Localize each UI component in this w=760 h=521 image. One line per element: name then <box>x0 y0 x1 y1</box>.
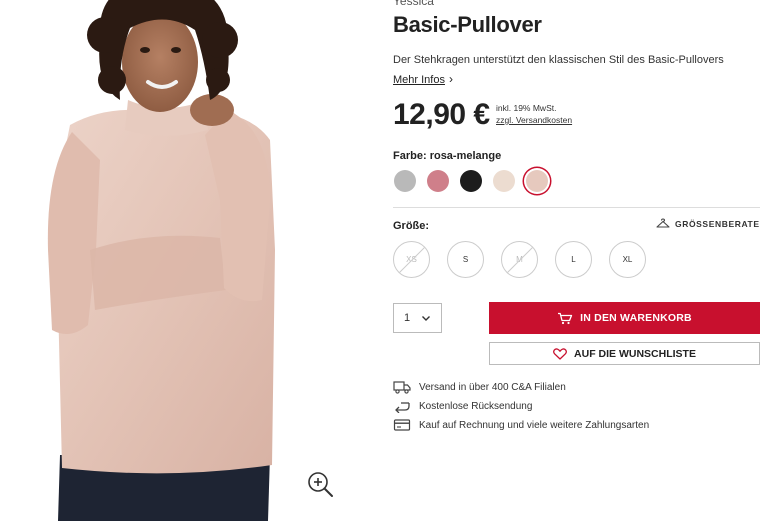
return-arrow-icon <box>395 402 410 413</box>
heart-icon <box>553 347 567 360</box>
color-swatch-beige[interactable] <box>493 170 515 192</box>
shipping-cost-link[interactable]: zzgl. Versandkosten <box>496 115 572 125</box>
tax-note: inkl. 19% MwSt. <box>496 103 557 113</box>
color-swatch-schwarz[interactable] <box>460 170 482 192</box>
usp-shipping-text: Versand in über 400 C&A Filialen <box>419 381 566 393</box>
cart-icon <box>558 312 573 324</box>
add-to-cart-button[interactable]: IN DEN WARENKORB <box>489 302 760 334</box>
payment-card-icon <box>393 419 411 431</box>
add-to-cart-label: IN DEN WARENKORB <box>580 312 692 324</box>
selected-color: rosa-melange <box>429 150 502 162</box>
usp-payment: Kauf auf Rechnung und viele weitere Zahl… <box>393 418 649 432</box>
chevron-down-icon <box>422 316 430 321</box>
product-price: 12,90 € <box>393 98 490 131</box>
quantity-value: 1 <box>404 312 411 324</box>
size-advisor-label: GRÖSSENBERATER <box>675 218 760 229</box>
size-option-m[interactable]: M <box>501 241 538 278</box>
hanger-icon <box>656 218 670 228</box>
color-swatch-rosa-dunkel[interactable] <box>427 170 449 192</box>
color-swatch-rosa-melange[interactable] <box>526 170 548 192</box>
size-option-xs[interactable]: XS <box>393 241 430 278</box>
size-option-l[interactable]: L <box>555 241 592 278</box>
color-label: Farbe: rosa-melange <box>393 150 501 162</box>
color-label-text: Farbe: <box>393 150 427 162</box>
wishlist-label: AUF DIE WUNSCHLISTE <box>574 347 696 360</box>
more-info-link[interactable]: Mehr Infos › <box>393 72 453 86</box>
product-title: Basic-Pullover <box>393 12 542 37</box>
add-to-wishlist-button[interactable]: AUF DIE WUNSCHLISTE <box>489 342 760 365</box>
quantity-select[interactable]: 1 <box>393 303 442 333</box>
usp-returns-text: Kostenlose Rücksendung <box>419 400 533 412</box>
divider <box>393 207 760 208</box>
product-description: Der Stehkragen unterstützt den klassisch… <box>393 54 724 66</box>
size-option-s[interactable]: S <box>447 241 484 278</box>
more-info-label: Mehr Infos <box>393 74 445 86</box>
product-image[interactable] <box>0 0 346 521</box>
size-label: Größe: <box>393 220 430 232</box>
size-option-xl[interactable]: XL <box>609 241 646 278</box>
color-swatch-grau-melange[interactable] <box>394 170 416 192</box>
usp-shipping: Versand in über 400 C&A Filialen <box>393 380 566 394</box>
size-advisor-link[interactable]: GRÖSSENBERATER <box>656 218 760 229</box>
usp-payment-text: Kauf auf Rechnung und viele weitere Zahl… <box>419 419 650 431</box>
usp-returns: Kostenlose Rücksendung <box>393 399 532 413</box>
chevron-right-icon: › <box>448 72 453 86</box>
brand-name[interactable]: Yessica <box>393 0 434 8</box>
truck-icon <box>393 381 411 394</box>
product-photo <box>47 0 275 521</box>
zoom-icon[interactable] <box>306 470 336 500</box>
